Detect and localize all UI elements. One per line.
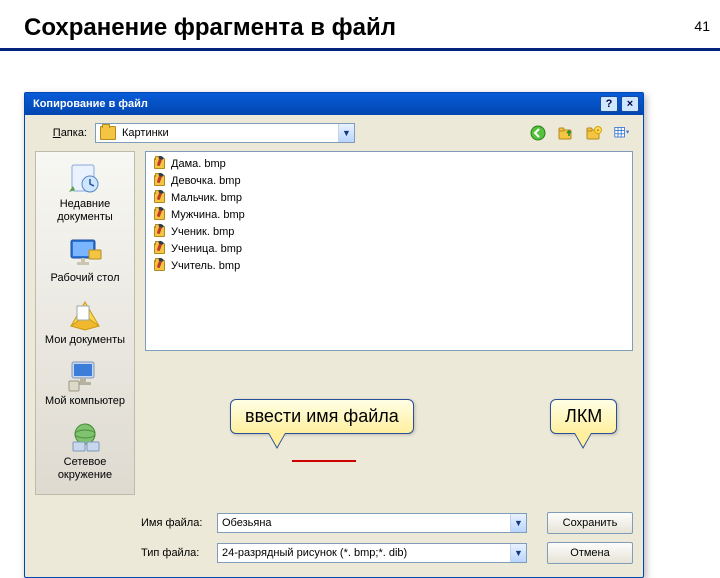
filetype-text: 24-разрядный рисунок (*. bmp;*. dib) <box>218 547 510 559</box>
filename-input[interactable]: Обезьяна ▼ <box>217 513 527 533</box>
list-item[interactable]: Учитель. bmp <box>152 257 626 274</box>
filename-label: Имя файла: <box>141 517 211 529</box>
bmp-file-icon <box>152 190 167 205</box>
list-item[interactable]: Ученица. bmp <box>152 240 626 257</box>
help-button[interactable]: ? <box>600 96 618 112</box>
folder-icon <box>100 126 116 140</box>
dialog-title: Копирование в файл <box>33 98 148 110</box>
filename-text: Обезьяна <box>218 517 510 529</box>
save-dialog: Копирование в файл ? × Папка: Картинки ▼… <box>24 92 644 578</box>
recent-icon <box>66 162 104 196</box>
place-label: Сетевое окружение <box>37 456 133 482</box>
highlight-filename <box>292 460 356 462</box>
folder-combo[interactable]: Картинки ▼ <box>95 123 355 143</box>
save-button[interactable]: Сохранить <box>547 512 633 534</box>
file-name: Мужчина. bmp <box>171 209 245 221</box>
place-mycomputer[interactable]: Мой компьютер <box>37 355 133 414</box>
list-item[interactable]: Ученик. bmp <box>152 223 626 240</box>
views-button[interactable] <box>611 123 633 143</box>
place-mydocs[interactable]: Мои документы <box>37 294 133 353</box>
bmp-file-icon <box>152 258 167 273</box>
place-recent[interactable]: Недавние документы <box>37 158 133 230</box>
up-button[interactable] <box>555 123 577 143</box>
list-item[interactable]: Мальчик. bmp <box>152 189 626 206</box>
place-network[interactable]: Сетевое окружение <box>37 416 133 488</box>
list-item[interactable]: Девочка. bmp <box>152 172 626 189</box>
file-name: Ученик. bmp <box>171 226 234 238</box>
place-label: Мои документы <box>37 334 133 347</box>
back-button[interactable] <box>527 123 549 143</box>
bmp-file-icon <box>152 156 167 171</box>
svg-text:✦: ✦ <box>596 128 600 134</box>
chevron-down-icon[interactable]: ▼ <box>510 544 526 562</box>
bmp-file-icon <box>152 173 167 188</box>
place-label: Мой компьютер <box>37 395 133 408</box>
toolbar: Папка: Картинки ▼ ✦ <box>25 115 643 151</box>
title-rule <box>0 48 720 51</box>
file-name: Ученица. bmp <box>171 243 242 255</box>
file-name: Учитель. bmp <box>171 260 240 272</box>
file-name: Мальчик. bmp <box>171 192 242 204</box>
desktop-icon <box>66 236 104 270</box>
slide-number: 41 <box>694 18 710 34</box>
file-name: Девочка. bmp <box>171 175 241 187</box>
bmp-file-icon <box>152 224 167 239</box>
chevron-down-icon[interactable]: ▼ <box>510 514 526 532</box>
bmp-file-icon <box>152 241 167 256</box>
place-label: Рабочий стол <box>37 272 133 285</box>
dialog-titlebar: Копирование в файл ? × <box>25 93 643 115</box>
callout-filename: ввести имя файла <box>230 399 414 434</box>
cancel-button[interactable]: Отмена <box>547 542 633 564</box>
places-bar: Недавние документы Рабочий стол Мои доку… <box>35 151 135 495</box>
file-list[interactable]: Дама. bmp Девочка. bmp Мальчик. bmp Мужчина… <box>145 151 633 351</box>
filetype-combo[interactable]: 24-разрядный рисунок (*. bmp;*. dib) ▼ <box>217 543 527 563</box>
filetype-label: Тип файла: <box>141 547 211 559</box>
callout-lkm: ЛКМ <box>550 399 617 434</box>
dialog-bottom: Имя файла: Обезьяна ▼ Сохранить Тип файл… <box>25 505 643 577</box>
file-name: Дама. bmp <box>171 158 226 170</box>
place-desktop[interactable]: Рабочий стол <box>37 232 133 291</box>
folder-combo-text: Картинки <box>120 127 338 139</box>
list-item[interactable]: Дама. bmp <box>152 155 626 172</box>
chevron-down-icon[interactable]: ▼ <box>338 124 354 142</box>
network-icon <box>66 420 104 454</box>
close-button[interactable]: × <box>621 96 639 112</box>
folder-label: Папка: <box>35 127 87 139</box>
list-item[interactable]: Мужчина. bmp <box>152 206 626 223</box>
slide-title: Сохранение фрагмента в файл <box>24 14 720 42</box>
new-folder-button[interactable]: ✦ <box>583 123 605 143</box>
mydocs-icon <box>66 298 104 332</box>
place-label: Недавние документы <box>37 198 133 224</box>
bmp-file-icon <box>152 207 167 222</box>
mycomputer-icon <box>66 359 104 393</box>
